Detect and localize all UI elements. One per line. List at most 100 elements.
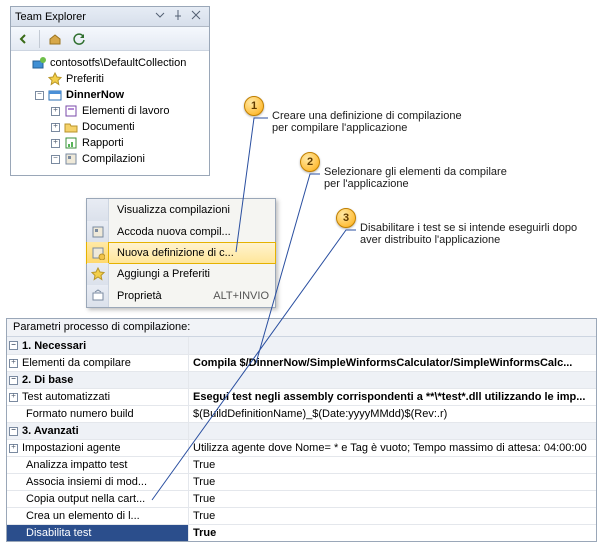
- callout-badge-1: 1: [244, 96, 264, 116]
- menu-item-label: Proprietà: [117, 290, 162, 302]
- callout-2: Selezionare gli elementi da compilare pe…: [324, 166, 507, 190]
- menu-queue-new-build[interactable]: Accoda nuova compil...: [87, 221, 275, 243]
- server-icon: [32, 56, 46, 70]
- propgrid-row-analyze[interactable]: Analizza impatto test True: [7, 456, 596, 473]
- team-explorer-panel: Team Explorer contosotfs\DefaultCollecti…: [10, 6, 210, 176]
- toolbar-separator: [39, 30, 40, 48]
- builds-context-menu: Visualizza compilazioni Accoda nuova com…: [86, 198, 276, 308]
- close-icon[interactable]: [191, 10, 205, 24]
- propgrid-row-create[interactable]: Crea un elemento di l... True: [7, 507, 596, 524]
- prop-value[interactable]: Compila $/DinnerNow/SimpleWinformsCalcul…: [189, 355, 596, 371]
- prop-name: Test automatizzati: [22, 391, 110, 403]
- expander-plus-icon[interactable]: +: [9, 359, 18, 368]
- propgrid-category-required[interactable]: −1. Necessari: [7, 337, 596, 354]
- prop-value[interactable]: Esegui test negli assembly corrispondent…: [189, 389, 596, 405]
- dropdown-icon[interactable]: [155, 10, 169, 24]
- propgrid-row-agent[interactable]: + Impostazioni agente Utilizza agente dov…: [7, 439, 596, 456]
- workitem-icon: [64, 104, 78, 118]
- tree-root[interactable]: contosotfs\DefaultCollection: [15, 55, 205, 71]
- nav-back-button[interactable]: [13, 29, 35, 49]
- tree-documents[interactable]: + Documenti: [15, 119, 205, 135]
- star-icon: [87, 263, 109, 285]
- category-label: 1. Necessari: [22, 340, 86, 352]
- category-label: 2. Di base: [22, 374, 73, 386]
- project-icon: [48, 88, 62, 102]
- callout-line: per compilare l'applicazione: [272, 122, 462, 134]
- menu-item-label: Nuova definizione di c...: [117, 247, 234, 259]
- propgrid-category-advanced[interactable]: −3. Avanzati: [7, 422, 596, 439]
- tree-reports[interactable]: + Rapporti: [15, 135, 205, 151]
- tree-item-label: Documenti: [82, 121, 135, 133]
- prop-name: Associa insiemi di mod...: [26, 476, 147, 488]
- category-label: 3. Avanzati: [22, 425, 79, 437]
- menu-shortcut: ALT+INVIO: [213, 290, 269, 302]
- expander-plus-icon[interactable]: +: [9, 444, 18, 453]
- queue-icon: [87, 221, 109, 243]
- menu-item-label: Aggiungi a Preferiti: [117, 268, 210, 280]
- expander-minus-icon[interactable]: −: [51, 155, 60, 164]
- propgrid-category-basic[interactable]: −2. Di base: [7, 371, 596, 388]
- prop-value[interactable]: True: [189, 525, 596, 541]
- expander-minus-icon[interactable]: −: [9, 341, 18, 350]
- callout-3: Disabilitare i test se si intende esegui…: [360, 222, 577, 246]
- tree-workitems[interactable]: + Elementi di lavoro: [15, 103, 205, 119]
- refresh-button[interactable]: [68, 29, 90, 49]
- tree-favorites[interactable]: Preferiti: [15, 71, 205, 87]
- team-explorer-tree: contosotfs\DefaultCollection Preferiti −…: [11, 51, 209, 175]
- prop-name: Analizza impatto test: [26, 459, 128, 471]
- prop-name: Impostazioni agente: [22, 442, 120, 454]
- folder-icon: [64, 120, 78, 134]
- report-icon: [64, 136, 78, 150]
- prop-value[interactable]: True: [189, 457, 596, 473]
- menu-add-to-favorites[interactable]: Aggiungi a Preferiti: [87, 263, 275, 285]
- propgrid-row-disable-tests[interactable]: Disabilita test True: [7, 524, 596, 541]
- tree-builds[interactable]: − Compilazioni: [15, 151, 205, 167]
- callout-line: Creare una definizione di compilazione: [272, 110, 462, 122]
- tree-project[interactable]: − DinnerNow: [15, 87, 205, 103]
- propgrid-row-assoc[interactable]: Associa insiemi di mod... True: [7, 473, 596, 490]
- tree-item-label: Rapporti: [82, 137, 124, 149]
- build-process-parameters-grid: Parametri processo di compilazione: −1. …: [6, 318, 597, 542]
- prop-name: Copia output nella cart...: [26, 493, 145, 505]
- expander-minus-icon[interactable]: −: [9, 376, 18, 385]
- menu-properties[interactable]: Proprietà ALT+INVIO: [87, 285, 275, 307]
- tree-item-label: Compilazioni: [82, 153, 145, 165]
- menu-icon-placeholder: [87, 199, 109, 221]
- pin-icon[interactable]: [173, 10, 187, 24]
- expander-plus-icon[interactable]: +: [9, 393, 18, 402]
- callout-badge-2: 2: [300, 152, 320, 172]
- panel-title: Team Explorer: [15, 11, 151, 23]
- propgrid-row-build-num[interactable]: Formato numero build $(BuildDefinitionNa…: [7, 405, 596, 422]
- menu-item-label: Visualizza compilazioni: [117, 204, 230, 216]
- propgrid-row-items-to-build[interactable]: + Elementi da compilare Compila $/DinnerN…: [7, 354, 596, 371]
- build-icon: [64, 152, 78, 166]
- callout-1: Creare una definizione di compilazione p…: [272, 110, 462, 134]
- expander-plus-icon[interactable]: +: [51, 139, 60, 148]
- callout-line: Selezionare gli elementi da compilare: [324, 166, 507, 178]
- menu-item-label: Accoda nuova compil...: [117, 226, 231, 238]
- properties-icon: [87, 285, 109, 307]
- prop-value[interactable]: True: [189, 474, 596, 490]
- callout-line: per l'applicazione: [324, 178, 507, 190]
- menu-new-build-definition[interactable]: Nuova definizione di c...: [86, 242, 276, 264]
- prop-value[interactable]: True: [189, 491, 596, 507]
- menu-view-builds[interactable]: Visualizza compilazioni: [87, 199, 275, 221]
- callout-line: Disabilitare i test se si intende esegui…: [360, 222, 577, 234]
- propgrid-row-copy[interactable]: Copia output nella cart... True: [7, 490, 596, 507]
- expander-minus-icon[interactable]: −: [35, 91, 44, 100]
- propgrid-row-auto-tests[interactable]: + Test automatizzati Esegui test negli as…: [7, 388, 596, 405]
- prop-name: Disabilita test: [26, 527, 91, 539]
- team-explorer-titlebar: Team Explorer: [11, 7, 209, 27]
- prop-value[interactable]: Utilizza agente dove Nome= * e Tag è vuo…: [189, 440, 596, 456]
- home-button[interactable]: [44, 29, 66, 49]
- star-icon: [48, 72, 62, 86]
- prop-name: Elementi da compilare: [22, 357, 131, 369]
- prop-value[interactable]: $(BuildDefinitionName)_$(Date:yyyyMMdd)$…: [189, 406, 596, 422]
- expander-plus-icon[interactable]: +: [51, 107, 60, 116]
- tree-root-label: contosotfs\DefaultCollection: [50, 57, 186, 69]
- prop-name: Formato numero build: [26, 408, 134, 420]
- expander-plus-icon[interactable]: +: [51, 123, 60, 132]
- callout-line: aver distribuito l'applicazione: [360, 234, 577, 246]
- prop-value[interactable]: True: [189, 508, 596, 524]
- expander-minus-icon[interactable]: −: [9, 427, 18, 436]
